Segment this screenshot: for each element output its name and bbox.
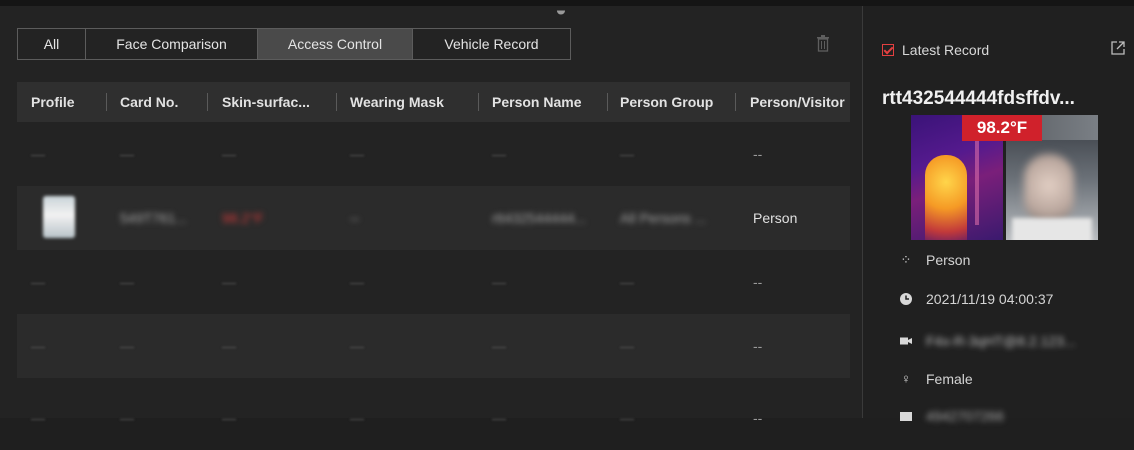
id-card-icon [900,412,912,421]
card-no-cell: 549T761... [120,210,187,226]
popout-icon[interactable] [1110,40,1126,56]
person-visitor-cell: -- [753,338,763,354]
person-visitor-cell: -- [753,146,763,162]
person-type-row: ⁘ Person [899,252,971,268]
person-visitor-cell: -- [753,410,763,426]
latest-record-toggle[interactable]: Latest Record [882,42,989,58]
col-person-group[interactable]: Person Group [620,82,732,122]
collapse-chevron-icon[interactable]: ⯋ [553,4,569,18]
device-row: F4x-R-3qHT@8.2.123... [899,333,1076,349]
skin-temperature-cell: 98.2°F [222,210,264,226]
datetime-row: 2021/11/19 04:00:37 [899,291,1053,307]
tab-access-control[interactable]: Access Control [258,29,413,59]
table-row[interactable]: — — — — — — -- [17,378,850,426]
clock-icon [900,293,912,305]
female-icon: ♀ [901,371,911,386]
tab-vehicle-record[interactable]: Vehicle Record [413,29,570,59]
col-card-no[interactable]: Card No. [120,82,200,122]
temperature-badge: 98.2°F [962,115,1042,141]
col-person-name[interactable]: Person Name [492,82,602,122]
col-skin-surface-temperature[interactable]: Skin-surfac... [222,82,332,122]
col-wearing-mask[interactable]: Wearing Mask [350,82,474,122]
id-row: 4942707266 [899,408,1004,424]
table-row[interactable]: 549T761... 98.2°F -- rtt432544444... All… [17,186,850,250]
person-visitor-cell: Person [753,210,798,226]
record-type-tabs: All Face Comparison Access Control Vehic… [17,28,571,60]
person-visitor-cell: -- [753,274,763,290]
table-row[interactable]: — — — — — — -- [17,250,850,314]
captured-face-photo[interactable] [1006,140,1098,240]
col-person-visitor[interactable]: Person/Visitor [750,82,850,122]
id-value: 4942707266 [926,408,1004,424]
wearing-mask-cell: -- [350,210,360,226]
tab-all[interactable]: All [18,29,86,59]
table-row[interactable]: — — — — — — -- [17,314,850,378]
col-profile[interactable]: Profile [31,82,101,122]
person-group-icon: ⁘ [900,252,912,267]
gender-value: Female [926,371,973,387]
table-header: Profile Card No. Skin-surfac... Wearing … [17,82,850,122]
record-title: rtt432544444fdsffdv... [882,88,1075,109]
latest-record-checkbox[interactable] [882,44,894,56]
camera-icon [900,337,912,345]
datetime-value: 2021/11/19 04:00:37 [926,291,1054,307]
latest-record-label: Latest Record [902,42,990,58]
person-name-cell: rtt432544444... [492,210,587,226]
person-group-cell: All Persons ... [620,210,707,226]
gender-row: ♀ Female [899,371,973,387]
profile-thumbnail [43,196,75,238]
person-type-value: Person [926,252,971,268]
tab-face-comparison[interactable]: Face Comparison [86,29,258,59]
delete-trash-icon[interactable] [816,34,830,52]
device-value: F4x-R-3qHT@8.2.123... [926,333,1076,349]
table-row[interactable]: — — — — — — -- [17,122,850,186]
